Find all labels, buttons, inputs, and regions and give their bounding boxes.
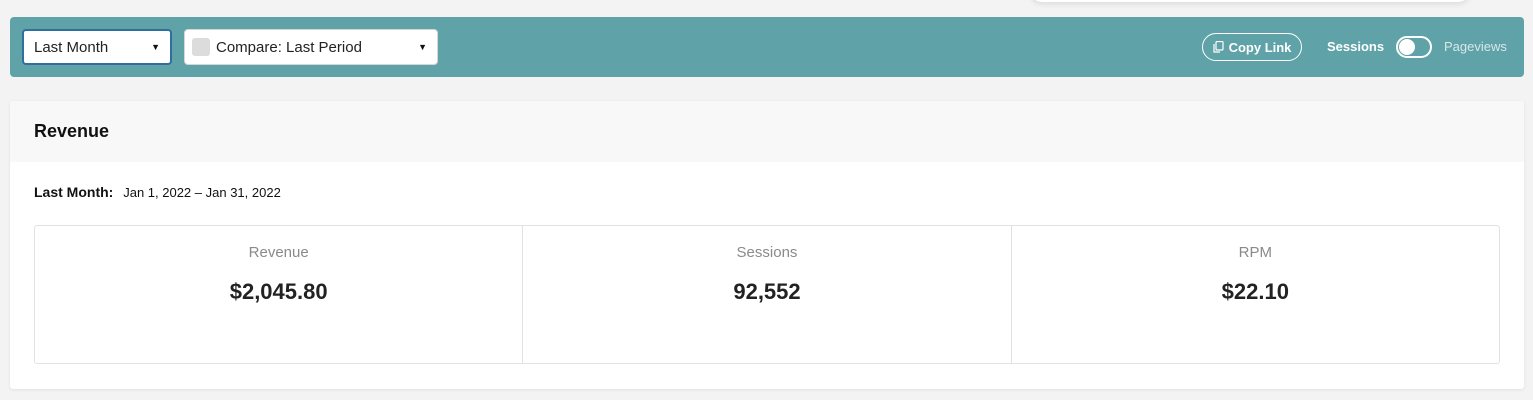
compare-color-swatch — [192, 38, 210, 56]
toggle-knob — [1399, 39, 1415, 55]
stat-value: 92,552 — [733, 279, 801, 304]
toggle-label-pageviews[interactable]: Pageviews — [1444, 39, 1507, 54]
period-select[interactable]: Last Month ▼ — [22, 29, 172, 65]
stat-rpm: RPM $22.10 — [1012, 226, 1499, 363]
copy-link-button[interactable]: Copy Link — [1202, 33, 1302, 61]
compare-select-value: Compare: Last Period — [216, 38, 362, 56]
revenue-card: Revenue Last Month: Jan 1, 2022 – Jan 31… — [10, 101, 1524, 389]
stat-value: $22.10 — [1221, 279, 1289, 304]
sessions-pageviews-toggle[interactable] — [1396, 36, 1432, 58]
stat-revenue: Revenue $2,045.80 — [35, 226, 524, 363]
stat-value: $2,045.80 — [229, 279, 328, 304]
caret-down-icon: ▼ — [418, 42, 427, 52]
copy-link-label: Copy Link — [1228, 39, 1292, 55]
period-select-value: Last Month — [34, 38, 109, 56]
filter-toolbar: Last Month ▼ Compare: Last Period ▼ Copy… — [10, 17, 1524, 77]
card-title: Revenue — [10, 101, 1524, 162]
stats-grid: Revenue $2,045.80 Sessions 92,552 RPM $2… — [34, 225, 1500, 364]
date-range-row: Last Month: Jan 1, 2022 – Jan 31, 2022 — [34, 184, 281, 200]
date-range-value: Jan 1, 2022 – Jan 31, 2022 — [123, 185, 281, 200]
copy-icon — [1212, 41, 1224, 53]
stat-label: RPM — [1238, 244, 1272, 261]
compare-select[interactable]: Compare: Last Period ▼ — [184, 29, 438, 65]
date-range-label: Last Month: — [34, 184, 114, 200]
stat-label: Sessions — [736, 244, 798, 261]
stat-label: Revenue — [248, 244, 309, 261]
toggle-label-sessions[interactable]: Sessions — [1327, 39, 1384, 54]
stat-sessions: Sessions 92,552 — [523, 226, 1012, 363]
dropdown-panel-edge — [1030, 0, 1470, 2]
caret-down-icon: ▼ — [151, 42, 160, 52]
